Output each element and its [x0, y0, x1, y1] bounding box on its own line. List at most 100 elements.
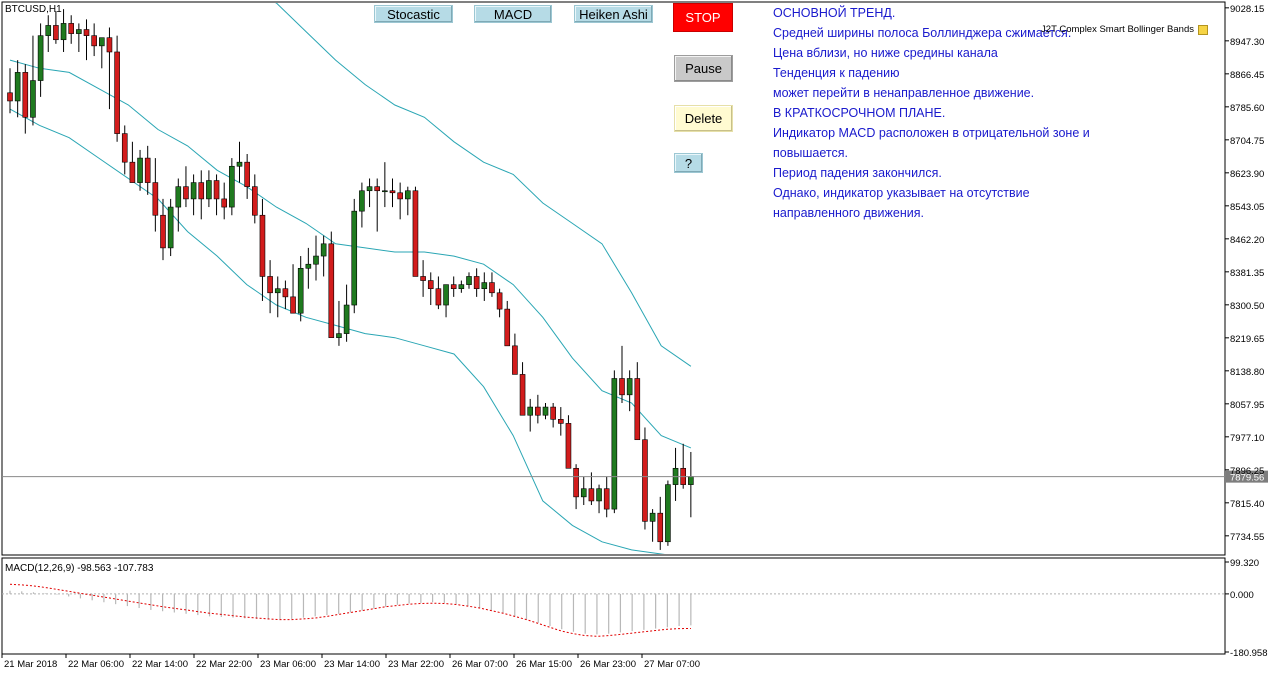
bollinger-middle-band: [9, 59, 692, 449]
candle-body: [244, 161, 250, 187]
candle-body: [198, 182, 205, 200]
heiken-ashi-button[interactable]: Heiken Ashi: [574, 5, 653, 23]
macd-tick-label: -180.958: [1230, 648, 1268, 659]
comment-line: Тенденция к падению: [773, 66, 900, 80]
candle-body: [60, 23, 67, 41]
candle-body: [519, 374, 526, 416]
stop-button[interactable]: STOP: [673, 3, 733, 32]
indicator-name: J2T Complex Smart Bollinger Bands: [1041, 24, 1208, 35]
candle-body: [649, 512, 656, 522]
macd-button[interactable]: MACD: [474, 5, 552, 23]
candles: [7, 9, 694, 550]
candle-body: [657, 512, 664, 543]
candle-body: [336, 333, 342, 338]
candle-body: [359, 190, 365, 212]
price-tick-label: 8785.60: [1230, 103, 1264, 114]
candle-body: [121, 133, 128, 163]
time-tick-label: 23 Mar 14:00: [324, 659, 380, 670]
candle-body: [190, 182, 197, 200]
candle-body: [68, 23, 74, 34]
candle-body: [466, 276, 472, 285]
candle-body: [580, 488, 587, 498]
candle-body: [305, 263, 312, 269]
candle-body: [404, 190, 411, 200]
candle-body: [267, 276, 273, 294]
comment-line: повышается.: [773, 146, 848, 160]
time-tick-label: 26 Mar 07:00: [452, 659, 508, 670]
comment-line: Цена вблизи, но ниже средины канала: [773, 46, 998, 60]
price-tick-label: 7734.55: [1230, 532, 1264, 543]
help-button[interactable]: ?: [674, 153, 703, 173]
candle-body: [665, 484, 671, 543]
candle-body: [252, 186, 258, 216]
candle-body: [420, 276, 426, 281]
price-tick-label: 8866.45: [1230, 70, 1264, 81]
candle-body: [397, 192, 403, 200]
candle-body: [542, 406, 549, 416]
candle-body: [343, 304, 350, 334]
candle-body: [229, 165, 235, 208]
bollinger-upper-band: [275, 3, 692, 367]
time-tick-label: 26 Mar 15:00: [516, 659, 572, 670]
bollinger-bands: [9, 3, 692, 554]
candle-body: [183, 186, 189, 200]
delete-button[interactable]: Delete: [674, 105, 733, 132]
comment-line: Период падения закончился.: [773, 166, 942, 180]
macd-tick-label: 99.320: [1230, 558, 1259, 569]
candle-body: [167, 206, 174, 249]
candle-body: [30, 80, 36, 118]
candle-body: [496, 292, 503, 310]
candle-body: [634, 378, 641, 441]
candle-body: [175, 186, 182, 208]
candle-body: [443, 284, 449, 306]
comment-line: направленного движения.: [773, 206, 924, 220]
comment-line: Индикатор MACD расположен в отрицательно…: [773, 126, 1090, 140]
candle-body: [282, 288, 289, 298]
candle-body: [152, 182, 159, 216]
indicator-settings-icon[interactable]: [1198, 24, 1208, 35]
price-tick-label: 7977.10: [1230, 433, 1264, 444]
candle-body: [550, 406, 556, 420]
candle-body: [603, 488, 610, 510]
price-tick-label: 8704.75: [1230, 136, 1264, 147]
candle-body: [573, 467, 579, 498]
candle-body: [504, 308, 511, 347]
price-tick-label: 8057.95: [1230, 400, 1264, 411]
price-tick-label: 8300.50: [1230, 301, 1264, 312]
time-tick-label: 22 Mar 14:00: [132, 659, 188, 670]
candle-body: [290, 296, 296, 314]
time-tick-label: 26 Mar 23:00: [580, 659, 636, 670]
price-tick-label: 8623.90: [1230, 169, 1264, 180]
pause-button[interactable]: Pause: [674, 55, 733, 82]
candle-body: [688, 476, 694, 485]
comment-line: Однако, индикатор указывает на отсутстви…: [773, 186, 1030, 200]
candle-body: [596, 488, 602, 502]
candle-body: [114, 51, 120, 134]
chart-window[interactable]: 7879.56 9028.15 8947.30 8866.45 8785.60 8704…: [0, 0, 1276, 675]
time-tick-label: 27 Mar 07:00: [644, 659, 700, 670]
candle-body: [565, 423, 572, 469]
candle-body: [221, 198, 227, 208]
candle-body: [512, 345, 518, 375]
candle-body: [427, 280, 434, 290]
time-tick-label: 21 Mar 2018: [4, 659, 57, 670]
candle-body: [328, 243, 335, 338]
price-tick-label: 8947.30: [1230, 37, 1264, 48]
price-tick-label: 8381.35: [1230, 268, 1264, 279]
stocastic-button[interactable]: Stocastic: [374, 5, 453, 23]
candle-body: [389, 190, 396, 194]
candle-body: [83, 29, 90, 36]
candle-body: [366, 186, 373, 192]
symbol-label: BTCUSD,H1: [5, 4, 62, 15]
macd-panel: 99.320 0.000 -180.958: [2, 558, 1268, 659]
macd-panel-frame: [1, 557, 1226, 655]
comment-line: В КРАТКОСРОЧНОМ ПЛАНЕ.: [773, 106, 946, 120]
time-axis: 21 Mar 2018 22 Mar 06:00 22 Mar 14:00 22 Ma…: [1, 654, 700, 670]
candle-body: [274, 288, 281, 294]
candle-body: [557, 419, 564, 424]
macd-tick-label: 0.000: [1230, 590, 1254, 601]
indicator-name-label: J2T Complex Smart Bollinger Bands: [1041, 24, 1194, 35]
price-tick-label: 7815.40: [1230, 499, 1264, 510]
price-tick-label: 7896.25: [1230, 466, 1264, 477]
candle-body: [642, 439, 648, 522]
